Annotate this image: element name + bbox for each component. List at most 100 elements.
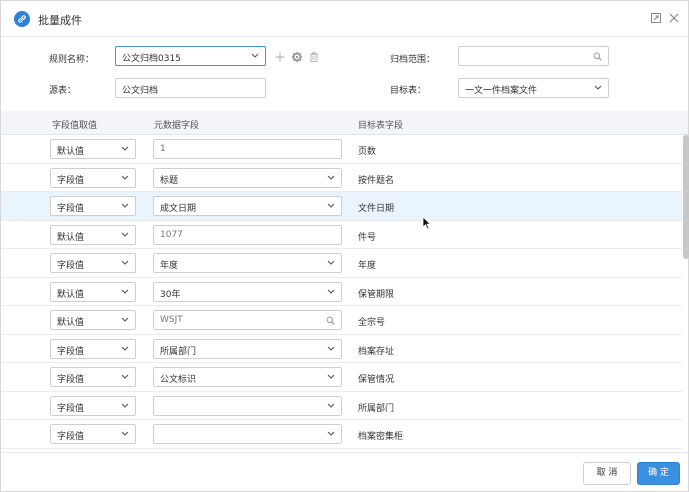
metadata-field-select[interactable]: 标题 bbox=[153, 167, 342, 188]
chevron-down-icon bbox=[121, 289, 129, 294]
table-row: 字段值 年度 年度 bbox=[1, 249, 682, 278]
table-row: 默认值 30年 保管期限 bbox=[1, 278, 682, 306]
target-field-label: 页数 bbox=[358, 147, 377, 157]
value-mode-value: 默认值 bbox=[57, 289, 85, 300]
table-row-highlighted: 字段值 成文日期 文件日期 bbox=[1, 192, 682, 221]
search-icon[interactable] bbox=[593, 52, 602, 61]
confirm-button[interactable]: 确 定 bbox=[637, 462, 680, 485]
value-mode-value: 字段值 bbox=[57, 204, 85, 214]
target-field-label: 档案密集柜 bbox=[358, 432, 404, 442]
metadata-field-value: 标题 bbox=[160, 175, 179, 186]
value-mode-value: 字段值 bbox=[57, 175, 85, 186]
trash-icon[interactable] bbox=[308, 51, 320, 63]
chevron-down-icon bbox=[121, 175, 129, 180]
table-row: 字段值 所属部门 bbox=[1, 392, 682, 420]
target-field-label: 保管期限 bbox=[358, 289, 395, 300]
chevron-down-icon bbox=[121, 317, 129, 322]
column-header-target-field: 目标表字段 bbox=[358, 121, 404, 131]
metadata-field-select[interactable]: 成文日期 bbox=[153, 196, 342, 216]
metadata-field-value: 公文标识 bbox=[160, 375, 197, 385]
table-scrollbar[interactable] bbox=[683, 135, 689, 451]
link-icon bbox=[14, 11, 30, 27]
metadata-field-select[interactable] bbox=[153, 395, 342, 416]
gear-icon[interactable] bbox=[291, 51, 303, 63]
rule-name-value: 公文归档0315 bbox=[122, 54, 181, 64]
target-field-label: 按件题名 bbox=[358, 175, 395, 186]
metadata-field-value: 所属部门 bbox=[160, 346, 197, 357]
value-mode-value: 默认值 bbox=[57, 318, 85, 328]
batch-create-dialog: 批量成件 规则名称： 公文归档0315 归档范围： 源表： 公文归档 目标表： … bbox=[0, 0, 689, 492]
chevron-down-icon bbox=[327, 346, 335, 351]
value-mode-select[interactable]: 字段值 bbox=[50, 167, 136, 188]
target-field-label: 件号 bbox=[358, 232, 377, 243]
column-header-value-mode: 字段值取值 bbox=[52, 121, 98, 131]
chevron-down-icon bbox=[594, 85, 602, 90]
table-row: 默认值 WSJT 全宗号 bbox=[1, 306, 682, 335]
table-row: 字段值 公文标识 保管情况 bbox=[1, 363, 682, 392]
maximize-icon[interactable] bbox=[650, 12, 662, 24]
metadata-field-value: 1077 bbox=[160, 229, 183, 240]
target-field-label: 全宗号 bbox=[358, 318, 386, 328]
target-field-label: 档案存址 bbox=[358, 346, 395, 357]
target-field-label: 年度 bbox=[358, 261, 377, 271]
archive-scope-input[interactable] bbox=[458, 46, 609, 66]
value-mode-select[interactable]: 字段值 bbox=[50, 338, 136, 359]
chevron-down-icon bbox=[121, 260, 129, 265]
search-icon[interactable] bbox=[326, 316, 335, 325]
value-mode-select[interactable]: 字段值 bbox=[50, 367, 136, 387]
value-mode-select[interactable]: 默认值 bbox=[50, 310, 136, 330]
metadata-field-select[interactable]: 30年 bbox=[153, 281, 342, 302]
target-field-label: 文件日期 bbox=[358, 204, 395, 214]
metadata-field-value: 1 bbox=[160, 144, 166, 154]
source-table-value: 公文归档 bbox=[122, 86, 159, 96]
value-mode-select[interactable]: 默认值 bbox=[50, 224, 136, 245]
mapping-table-body: 默认值 1 页数 字段值 标题 按件题名 字段值 成文日期 文件日期 默认值 1… bbox=[1, 135, 688, 451]
chevron-down-icon bbox=[327, 403, 335, 408]
metadata-field-value: WSJT bbox=[160, 315, 183, 325]
chevron-down-icon bbox=[121, 374, 129, 379]
target-table-select[interactable]: 一文一件档案文件 bbox=[458, 78, 609, 98]
target-table-label: 目标表： bbox=[390, 86, 427, 96]
plus-icon[interactable] bbox=[274, 51, 286, 63]
chevron-down-icon bbox=[121, 203, 129, 208]
metadata-field-select[interactable]: 公文标识 bbox=[153, 367, 342, 387]
value-mode-select[interactable]: 默认值 bbox=[50, 281, 136, 302]
table-row: 默认值 1077 件号 bbox=[1, 221, 682, 249]
value-mode-select[interactable]: 默认值 bbox=[50, 139, 136, 159]
cancel-button[interactable]: 取 消 bbox=[583, 462, 631, 485]
rule-name-label: 规则名称： bbox=[49, 55, 95, 65]
value-mode-select[interactable]: 字段值 bbox=[50, 424, 136, 444]
value-mode-value: 默认值 bbox=[57, 232, 85, 243]
value-mode-value: 字段值 bbox=[57, 403, 85, 414]
value-mode-value: 字段值 bbox=[57, 375, 85, 385]
chevron-down-icon bbox=[327, 431, 335, 436]
chevron-down-icon bbox=[121, 346, 129, 351]
chevron-down-icon bbox=[121, 431, 129, 436]
value-mode-value: 默认值 bbox=[57, 147, 85, 157]
chevron-down-icon bbox=[327, 374, 335, 379]
close-icon[interactable] bbox=[668, 12, 680, 24]
chevron-down-icon bbox=[327, 175, 335, 180]
archive-scope-label: 归档范围： bbox=[390, 55, 436, 65]
metadata-field-select[interactable]: 所属部门 bbox=[153, 338, 342, 359]
metadata-field-value: 30年 bbox=[160, 289, 181, 300]
chevron-down-icon bbox=[121, 403, 129, 408]
metadata-field-search[interactable]: WSJT bbox=[153, 310, 342, 330]
value-mode-select[interactable]: 字段值 bbox=[50, 196, 136, 216]
target-table-value: 一文一件档案文件 bbox=[465, 86, 538, 96]
table-row: 字段值 档案密集柜 bbox=[1, 420, 682, 449]
source-table-input[interactable]: 公文归档 bbox=[115, 78, 266, 98]
metadata-field-value: 年度 bbox=[160, 261, 179, 271]
metadata-field-value: 成文日期 bbox=[160, 204, 197, 214]
metadata-field-select[interactable]: 年度 bbox=[153, 253, 342, 273]
dialog-footer: 取 消 确 定 bbox=[1, 452, 688, 491]
scrollbar-thumb[interactable] bbox=[683, 135, 689, 259]
chevron-down-icon bbox=[121, 232, 129, 237]
value-mode-select[interactable]: 字段值 bbox=[50, 395, 136, 416]
chevron-down-icon bbox=[251, 53, 259, 58]
metadata-field-input[interactable]: 1 bbox=[153, 139, 342, 159]
rule-name-select[interactable]: 公文归档0315 bbox=[115, 46, 266, 66]
value-mode-select[interactable]: 字段值 bbox=[50, 253, 136, 273]
metadata-field-input[interactable]: 1077 bbox=[153, 224, 342, 245]
metadata-field-select[interactable] bbox=[153, 424, 342, 444]
